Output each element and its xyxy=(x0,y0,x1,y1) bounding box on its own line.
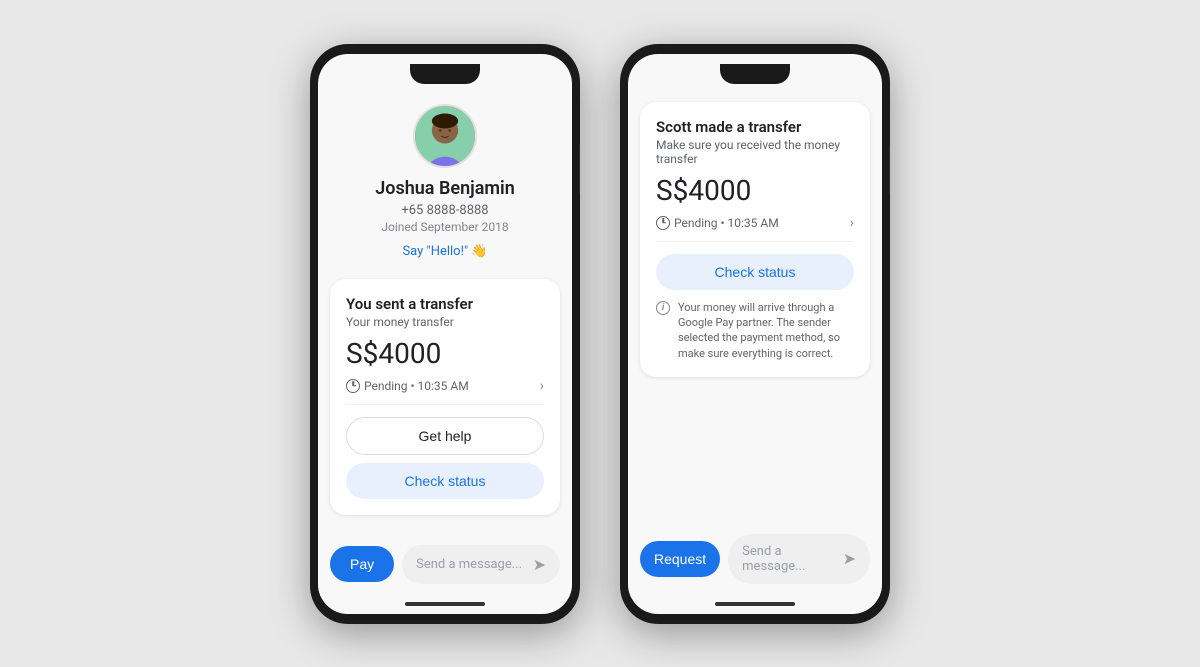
home-indicator-2 xyxy=(715,602,795,606)
check-status-button-2[interactable]: Check status xyxy=(656,254,854,290)
notch-2 xyxy=(720,64,790,84)
message-placeholder-1: Send a message... xyxy=(416,557,522,572)
info-box: i Your money will arrive through a Googl… xyxy=(656,300,854,362)
say-hello-link[interactable]: Say "Hello!" 👋 xyxy=(402,244,487,259)
card-subtitle: Your money transfer xyxy=(346,315,544,329)
phone-2-frame: Scott made a transfer Make sure you rece… xyxy=(620,44,890,624)
card-amount-2: S$4000 xyxy=(656,174,854,207)
bottom-bar-1: Pay Send a message... ➤ xyxy=(318,535,572,598)
chevron-right-icon[interactable]: › xyxy=(540,378,544,394)
profile-joined: Joined September 2018 xyxy=(381,220,508,234)
card-amount: S$4000 xyxy=(346,337,544,370)
profile-name: Joshua Benjamin xyxy=(375,178,515,199)
info-text: Your money will arrive through a Google … xyxy=(678,300,854,362)
chevron-right-icon-2[interactable]: › xyxy=(850,215,854,231)
message-input-1[interactable]: Send a message... ➤ xyxy=(402,545,560,584)
bottom-bar-2: Request Send a message... ➤ xyxy=(628,524,882,598)
home-indicator-1 xyxy=(405,602,485,606)
avatar xyxy=(413,104,477,168)
check-status-button-1[interactable]: Check status xyxy=(346,463,544,499)
phone-2-content: Scott made a transfer Make sure you rece… xyxy=(628,54,882,524)
status-text-2: Pending • 10:35 AM xyxy=(674,216,779,230)
card-subtitle-2: Make sure you received the money transfe… xyxy=(656,138,854,166)
transfer-card-2: Scott made a transfer Make sure you rece… xyxy=(640,102,870,378)
pay-button[interactable]: Pay xyxy=(330,546,394,582)
phone-1-content: Joshua Benjamin +65 8888-8888 Joined Sep… xyxy=(318,54,572,535)
send-icon-2: ➤ xyxy=(843,549,856,568)
phone-2-screen: Scott made a transfer Make sure you rece… xyxy=(628,54,882,614)
card-status: Pending • 10:35 AM › xyxy=(346,378,544,405)
message-input-2[interactable]: Send a message... ➤ xyxy=(728,534,870,584)
clock-icon xyxy=(346,379,360,393)
card-status-2: Pending • 10:35 AM › xyxy=(656,215,854,242)
request-button[interactable]: Request xyxy=(640,541,720,577)
transfer-card: You sent a transfer Your money transfer … xyxy=(330,279,560,515)
get-help-button[interactable]: Get help xyxy=(346,417,544,455)
profile-section: Joshua Benjamin +65 8888-8888 Joined Sep… xyxy=(318,84,572,271)
phone-1-screen: Joshua Benjamin +65 8888-8888 Joined Sep… xyxy=(318,54,572,614)
notch xyxy=(410,64,480,84)
message-placeholder-2: Send a message... xyxy=(742,544,842,574)
send-icon-1: ➤ xyxy=(533,555,546,574)
clock-icon-2 xyxy=(656,216,670,230)
profile-phone: +65 8888-8888 xyxy=(401,203,488,218)
phone-1: Joshua Benjamin +65 8888-8888 Joined Sep… xyxy=(310,44,580,624)
card-title: You sent a transfer xyxy=(346,295,544,313)
status-text: Pending • 10:35 AM xyxy=(364,379,469,393)
info-icon: i xyxy=(656,301,670,315)
phone-2: Scott made a transfer Make sure you rece… xyxy=(620,44,890,624)
power-button-2 xyxy=(889,144,890,194)
phone-1-frame: Joshua Benjamin +65 8888-8888 Joined Sep… xyxy=(310,44,580,624)
card-title-2: Scott made a transfer xyxy=(656,118,854,136)
power-button xyxy=(579,144,580,194)
